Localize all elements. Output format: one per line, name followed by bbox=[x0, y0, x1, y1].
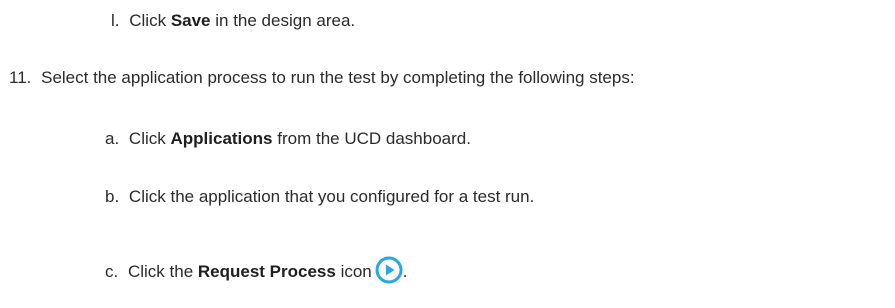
step-text: Click the application that you configure… bbox=[128, 187, 535, 206]
step-text: Click bbox=[129, 11, 167, 30]
ui-term-save: Save bbox=[170, 11, 211, 30]
ui-term-request-process: Request Process bbox=[197, 262, 336, 281]
step-text: from the UCD dashboard. bbox=[277, 129, 471, 148]
step-marker: l. bbox=[111, 11, 120, 30]
step-b: b. Click the application that you config… bbox=[105, 186, 534, 208]
ui-term-applications: Applications bbox=[170, 129, 273, 148]
step-marker: 11. bbox=[9, 68, 32, 87]
step-c: c. Click the Request Process icon . bbox=[105, 256, 408, 284]
step-text: Click bbox=[128, 129, 166, 148]
step-a: a. Click Applications from the UCD dashb… bbox=[105, 128, 471, 150]
step-marker: b. bbox=[105, 187, 120, 206]
step-11: 11. Select the application process to ru… bbox=[9, 67, 635, 89]
step-text: Select the application process to run th… bbox=[41, 68, 635, 87]
step-marker: c. bbox=[105, 262, 119, 281]
request-process-icon bbox=[375, 256, 403, 284]
step-l: l. Click Save in the design area. bbox=[111, 10, 355, 32]
step-text: in the design area. bbox=[215, 11, 356, 30]
sentence-end: . bbox=[402, 262, 408, 281]
step-text: Click the bbox=[127, 262, 194, 281]
step-marker: a. bbox=[105, 129, 120, 148]
step-text: icon bbox=[340, 262, 372, 281]
